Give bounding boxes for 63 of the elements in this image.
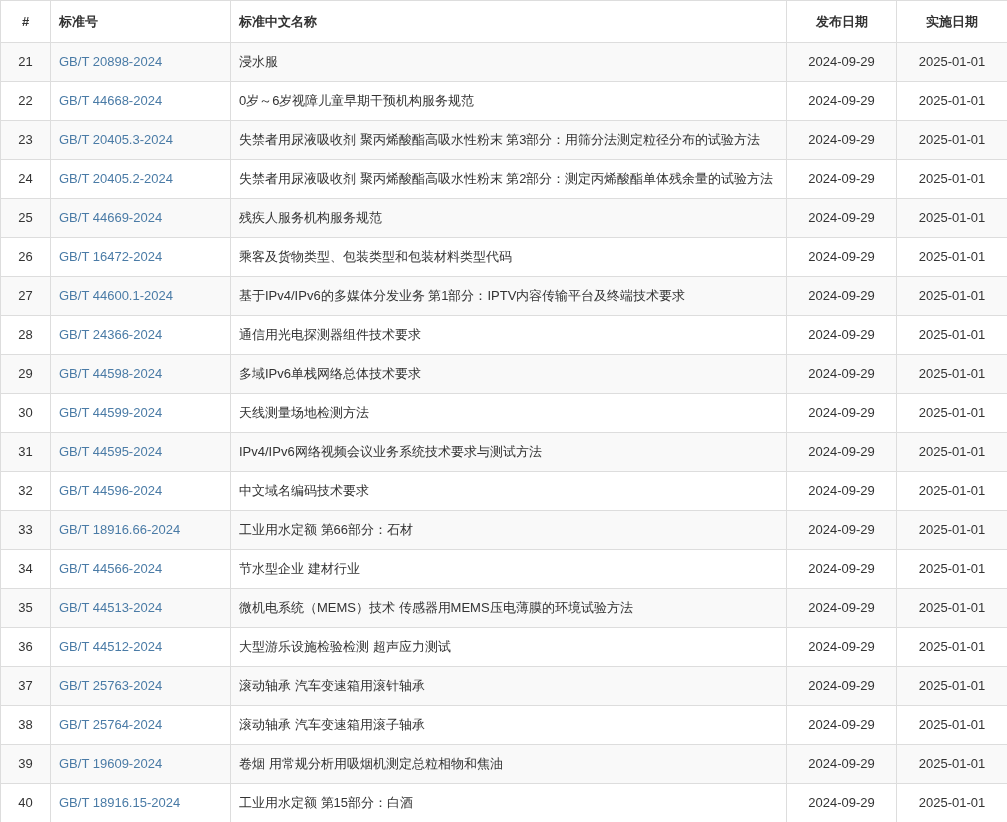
table-cell: 29 (0, 354, 51, 394)
column-header: 标准号 (50, 0, 231, 43)
table-cell: 工业用水定额 第66部分：石材 (230, 510, 787, 550)
table-cell: 2024-09-29 (786, 120, 897, 160)
table-cell: 24 (0, 159, 51, 199)
table-cell: 22 (0, 81, 51, 121)
table-cell: 34 (0, 549, 51, 589)
table-cell: 27 (0, 276, 51, 316)
table-cell: 2024-09-29 (786, 237, 897, 277)
table-cell: 节水型企业 建材行业 (230, 549, 787, 589)
table-cell: 多域IPv6单栈网络总体技术要求 (230, 354, 787, 394)
table-cell: 25 (0, 198, 51, 238)
table-cell: 滚动轴承 汽车变速箱用滚子轴承 (230, 705, 787, 745)
table-cell: 2024-09-29 (786, 744, 897, 784)
table-cell: 2024-09-29 (786, 549, 897, 589)
table-cell: 2024-09-29 (786, 432, 897, 472)
table-cell: 大型游乐设施检验检测 超声应力测试 (230, 627, 787, 667)
table-cell: 2024-09-29 (786, 354, 897, 394)
table-cell: 2024-09-29 (786, 315, 897, 355)
table-cell: 2024-09-29 (786, 588, 897, 628)
table-cell: 基于IPv4/IPv6的多媒体分发业务 第1部分：IPTV内容传输平台及终端技术要求 (230, 276, 787, 316)
table-cell: 23 (0, 120, 51, 160)
column-header: 发布日期 (786, 0, 897, 43)
table-cell: 2024-09-29 (786, 510, 897, 550)
table-cell: 39 (0, 744, 51, 784)
table-cell: 37 (0, 666, 51, 706)
table-cell: 2024-09-29 (786, 627, 897, 667)
table-cell: 2024-09-29 (786, 666, 897, 706)
table-cell: 微机电系统（MEMS）技术 传感器用MEMS压电薄膜的环境试验方法 (230, 588, 787, 628)
table-cell: 33 (0, 510, 51, 550)
table-cell: 40 (0, 783, 51, 822)
table-cell: 2024-09-29 (786, 276, 897, 316)
table-cell: 中文域名编码技术要求 (230, 471, 787, 511)
table-cell: 2024-09-29 (786, 471, 897, 511)
table-cell: 2024-09-29 (786, 198, 897, 238)
table-cell: 35 (0, 588, 51, 628)
table-cell: 浸水服 (230, 42, 787, 82)
column-header: 标准中文名称 (230, 0, 787, 43)
table-cell: 30 (0, 393, 51, 433)
table-cell: 失禁者用尿液吸收剂 聚丙烯酸酯高吸水性粉末 第3部分：用筛分法测定粒径分布的试验方法 (230, 120, 787, 160)
table-cell: 2024-09-29 (786, 705, 897, 745)
table-cell: 通信用光电探测器组件技术要求 (230, 315, 787, 355)
table-cell: IPv4/IPv6网络视频会议业务系统技术要求与测试方法 (230, 432, 787, 472)
table-cell: 36 (0, 627, 51, 667)
table-cell: 失禁者用尿液吸收剂 聚丙烯酸酯高吸水性粉末 第2部分：测定丙烯酸酯单体残余量的试验方法 (230, 159, 787, 199)
table-cell: 21 (0, 42, 51, 82)
table-cell: 卷烟 用常规分析用吸烟机测定总粒相物和焦油 (230, 744, 787, 784)
table-cell: 滚动轴承 汽车变速箱用滚针轴承 (230, 666, 787, 706)
table-cell: 0岁～6岁视障儿童早期干预机构服务规范 (230, 81, 787, 121)
table-cell: 2024-09-29 (786, 159, 897, 199)
table-cell: 乘客及货物类型、包装类型和包装材料类型代码 (230, 237, 787, 277)
table-cell: 32 (0, 471, 51, 511)
table-cell: 28 (0, 315, 51, 355)
table-cell: 2024-09-29 (786, 393, 897, 433)
table-cell: 38 (0, 705, 51, 745)
table-cell: 2024-09-29 (786, 81, 897, 121)
column-header: # (0, 0, 51, 43)
table-cell: 31 (0, 432, 51, 472)
table-cell: 2024-09-29 (786, 42, 897, 82)
table-cell: 26 (0, 237, 51, 277)
column-header: 实施日期 (896, 0, 1007, 43)
table-cell: 天线测量场地检测方法 (230, 393, 787, 433)
table-cell: 残疾人服务机构服务规范 (230, 198, 787, 238)
